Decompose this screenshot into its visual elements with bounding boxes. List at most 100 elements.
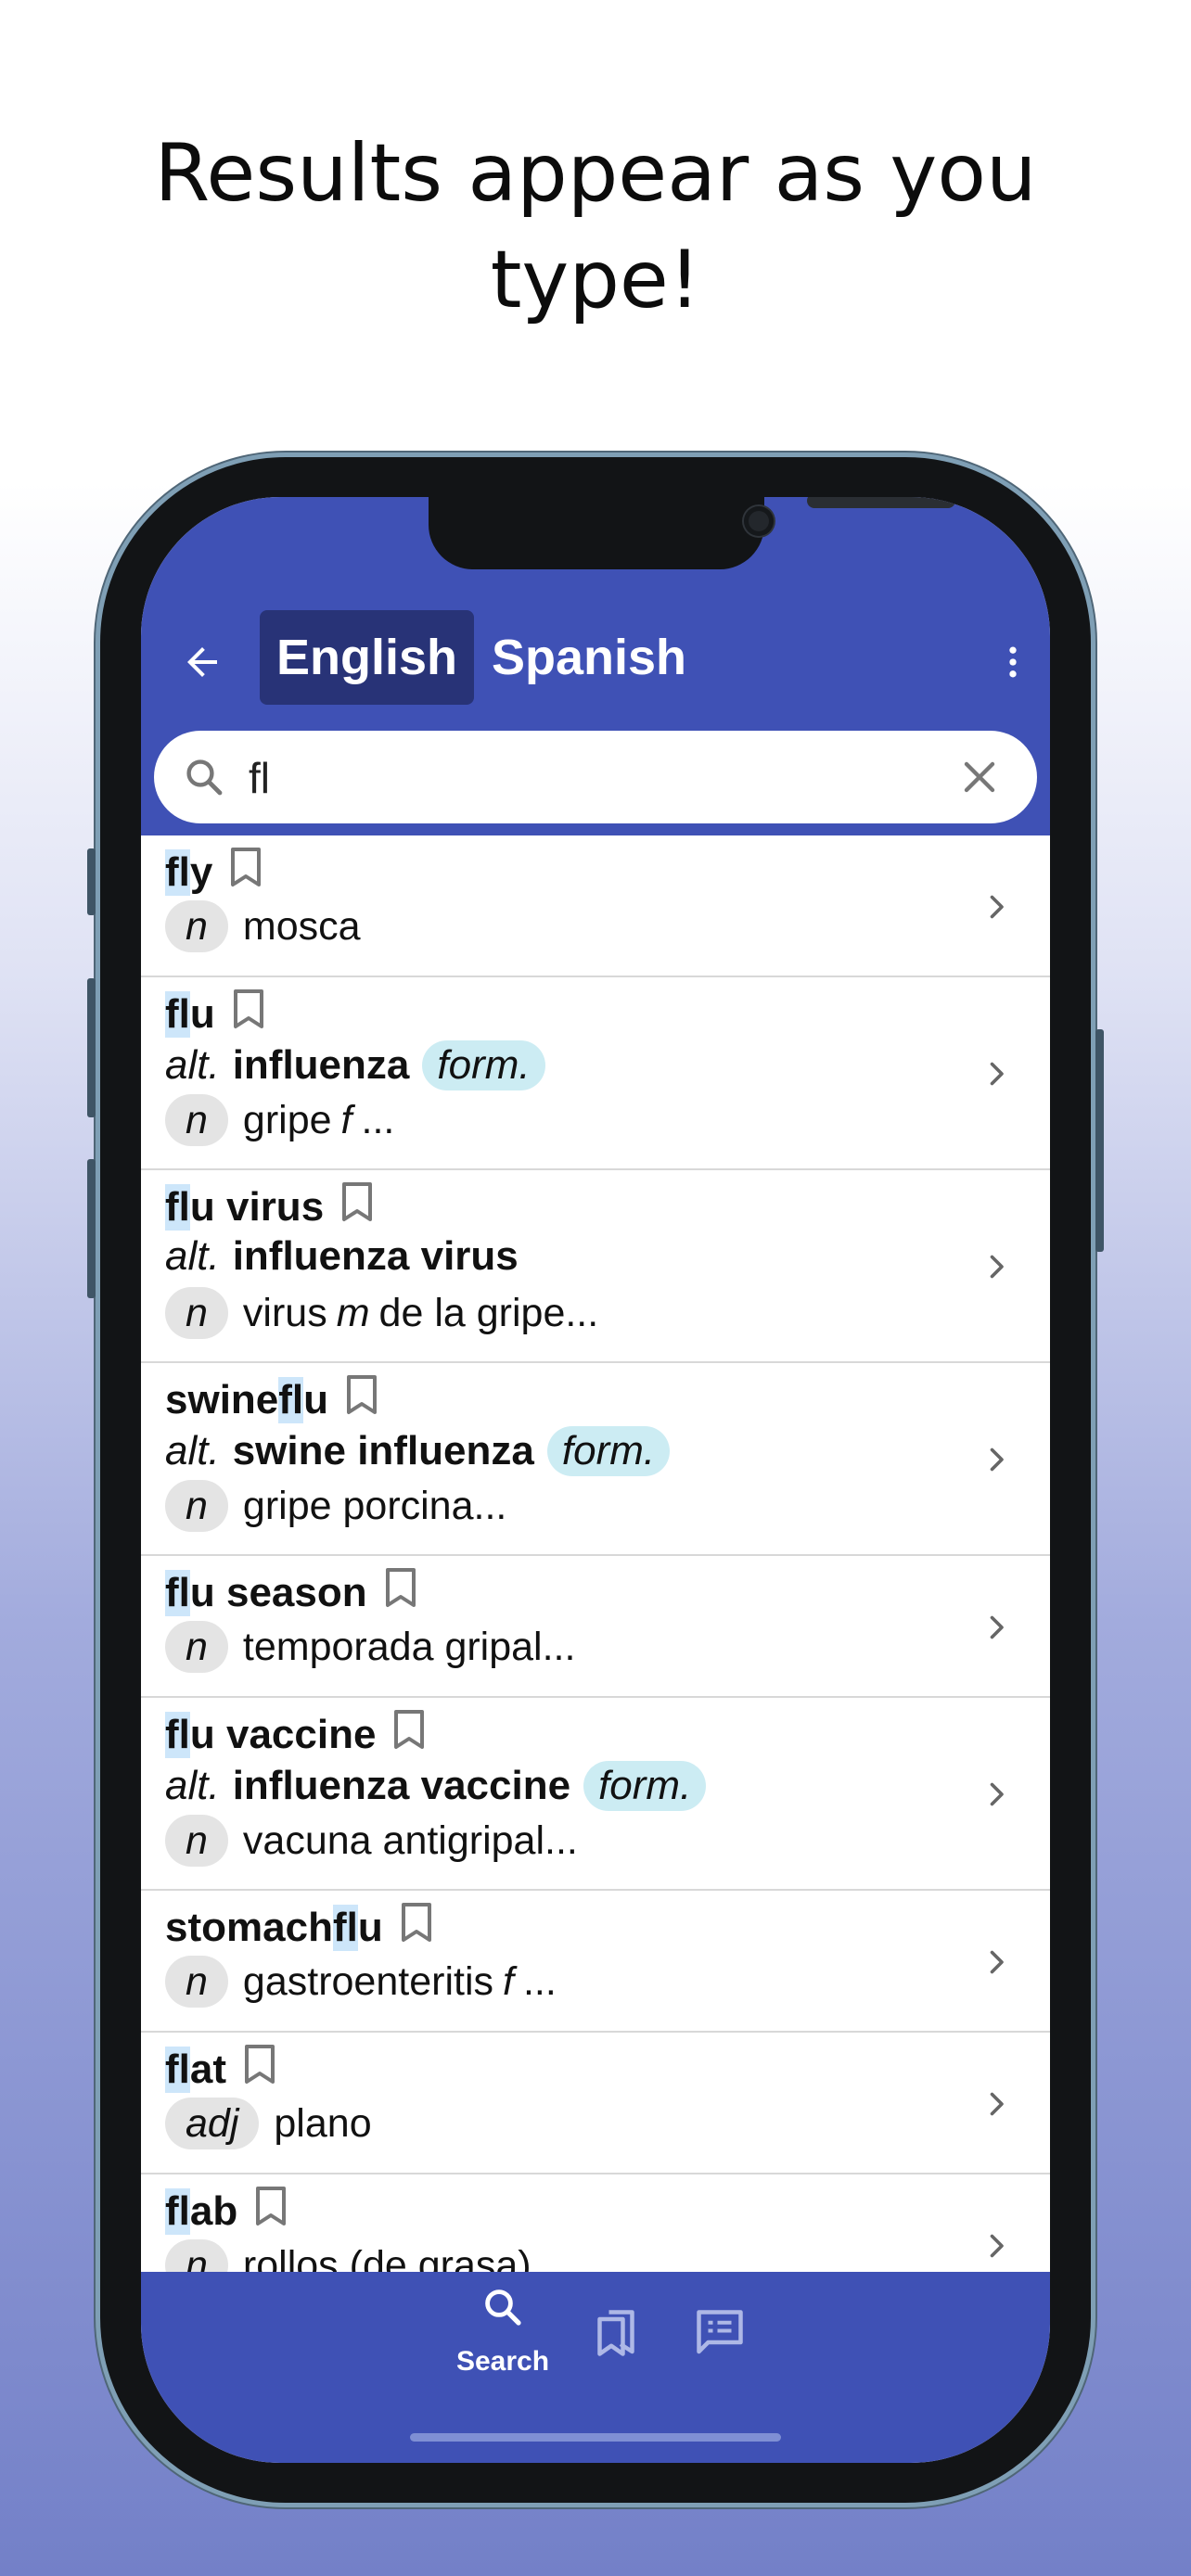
result-row[interactable]: fl u season n temporada gripal... <box>141 1556 1050 1698</box>
translation-text: virus <box>242 1290 327 1335</box>
chevron-right-icon <box>990 1615 1004 1639</box>
alt-term: influenza <box>232 1042 410 1088</box>
result-row[interactable]: stomach fl u n gastroenteritis f... <box>141 1891 1050 2033</box>
search-icon <box>186 759 223 796</box>
phone-screen: English Spanish flynmosca flualt.influen… <box>141 497 1050 2463</box>
home-indicator <box>410 2433 781 2442</box>
power-button <box>1095 1029 1104 1252</box>
chevron-right-icon <box>990 1447 1004 1472</box>
translation: n gripe porcina... <box>165 1480 506 1532</box>
alt-prefix: alt. <box>165 1763 220 1808</box>
nav-bookmarks[interactable] <box>588 2305 644 2366</box>
bookmark-icon[interactable] <box>392 1709 426 1750</box>
headword-suffix: u season <box>189 1569 367 1615</box>
chevron-right-icon <box>990 1062 1004 1086</box>
translation-text: temporada gripal... <box>242 1624 576 1669</box>
part-of-speech-badge: n <box>165 1094 228 1146</box>
translation: n gastroenteritis f... <box>165 1956 557 2008</box>
result-row[interactable]: fl y n mosca <box>141 835 1050 977</box>
nav-search[interactable]: Search <box>442 2272 563 2402</box>
alt-prefix: alt. <box>165 1042 220 1088</box>
translation-text: gripe <box>242 1097 332 1142</box>
chevron-right-icon <box>990 1255 1004 1279</box>
chevron-right-icon <box>990 1950 1004 1974</box>
translation: n gripe f... <box>165 1094 394 1146</box>
bookmark-icon[interactable] <box>384 1567 417 1608</box>
alt-term: swine influenza <box>232 1428 534 1473</box>
more-options-button[interactable] <box>987 627 1039 697</box>
headline-line-2: type! <box>490 234 701 326</box>
headword-suffix: u vaccine <box>189 1711 377 1757</box>
result-headword: fl y <box>165 847 263 898</box>
headword-match-highlight: fl <box>165 1711 190 1758</box>
chevron-right-icon <box>990 1782 1004 1806</box>
bookmark-icon[interactable] <box>340 1181 374 1222</box>
translation-text: vacuna antigripal... <box>242 1817 578 1863</box>
results-list: fl y n mosca fl u alt. influenza form. n gripe f..… <box>141 835 1050 2316</box>
translation-suffix: de la gripe... <box>378 1290 599 1335</box>
result-headword: swine fl u <box>165 1374 378 1425</box>
volume-up-button <box>87 978 96 1117</box>
result-headword: fl u virus <box>165 1181 374 1232</box>
more-vertical-icon <box>1009 646 1017 678</box>
formal-tag: form. <box>422 1040 545 1090</box>
earpiece-speaker <box>807 497 955 508</box>
headword-suffix: y <box>189 848 213 895</box>
headword-suffix: ab <box>189 2187 238 2234</box>
headword-match-highlight: fl <box>278 1376 304 1423</box>
result-row[interactable]: fl u virus alt. influenza virus n virus m de la… <box>141 1170 1050 1363</box>
result-headword: fl ab <box>165 2186 288 2237</box>
result-headword: stomach fl u <box>165 1902 433 1953</box>
result-headword: fl u season <box>165 1567 417 1618</box>
result-row[interactable]: fl at adj plano <box>141 2033 1050 2174</box>
bookmark-icon[interactable] <box>229 847 263 887</box>
search-icon <box>485 2289 521 2326</box>
result-headword: fl u <box>165 988 265 1039</box>
tab-spanish[interactable]: Spanish <box>475 610 703 705</box>
translation-text: plano <box>274 2100 372 2146</box>
translation-suffix: ... <box>361 1097 395 1142</box>
close-icon[interactable] <box>957 755 1002 799</box>
headword-match-highlight: fl <box>332 1904 358 1951</box>
headword-suffix: u <box>189 990 215 1037</box>
bookmarks-icon <box>597 2310 634 2356</box>
part-of-speech-badge: n <box>165 1480 228 1532</box>
back-button[interactable] <box>167 627 237 697</box>
bookmark-icon[interactable] <box>345 1374 378 1415</box>
headword-suffix: u <box>303 1376 329 1422</box>
part-of-speech-badge: adj <box>165 2098 260 2149</box>
chevron-right-icon <box>990 895 1004 919</box>
alternate-form: alt. influenza virus <box>165 1233 519 1280</box>
part-of-speech-badge: n <box>165 900 228 952</box>
search-input[interactable] <box>247 747 900 809</box>
headword-match-highlight: fl <box>165 2187 190 2235</box>
result-row[interactable]: swine fl u alt. swine influenza form. n gripe … <box>141 1363 1050 1556</box>
gender-marker: f <box>340 1097 352 1142</box>
bookmark-icon[interactable] <box>243 2044 276 2085</box>
result-row[interactable]: fl u vaccine alt. influenza vaccine form. n va… <box>141 1698 1050 1891</box>
headline-line-1: Results appear as you <box>154 127 1037 220</box>
alt-prefix: alt. <box>165 1233 220 1279</box>
translation-text: mosca <box>242 903 361 949</box>
result-headword: fl at <box>165 2044 276 2095</box>
list-icon <box>697 2310 743 2354</box>
headword-match-highlight: fl <box>165 990 190 1038</box>
nav-search-label: Search <box>455 2346 550 2377</box>
bookmark-icon[interactable] <box>232 988 265 1029</box>
alt-term: influenza virus <box>232 1233 519 1279</box>
part-of-speech-badge: n <box>165 1815 228 1867</box>
headword-match-highlight: fl <box>165 2046 190 2093</box>
headword-suffix: u <box>357 1904 383 1950</box>
bookmark-icon[interactable] <box>254 2186 288 2226</box>
nav-list[interactable] <box>692 2305 748 2366</box>
chevron-right-icon <box>990 2092 1004 2116</box>
mute-switch <box>87 848 96 915</box>
gender-marker: m <box>336 1290 370 1335</box>
result-row[interactable]: fl u alt. influenza form. n gripe f... <box>141 977 1050 1170</box>
translation: n temporada gripal... <box>165 1621 575 1673</box>
bookmark-icon[interactable] <box>400 1902 433 1943</box>
headword-match-highlight: fl <box>165 848 190 896</box>
part-of-speech-badge: n <box>165 1621 228 1673</box>
alternate-form: alt. swine influenza form. <box>165 1426 671 1476</box>
tab-english[interactable]: English <box>260 610 475 705</box>
